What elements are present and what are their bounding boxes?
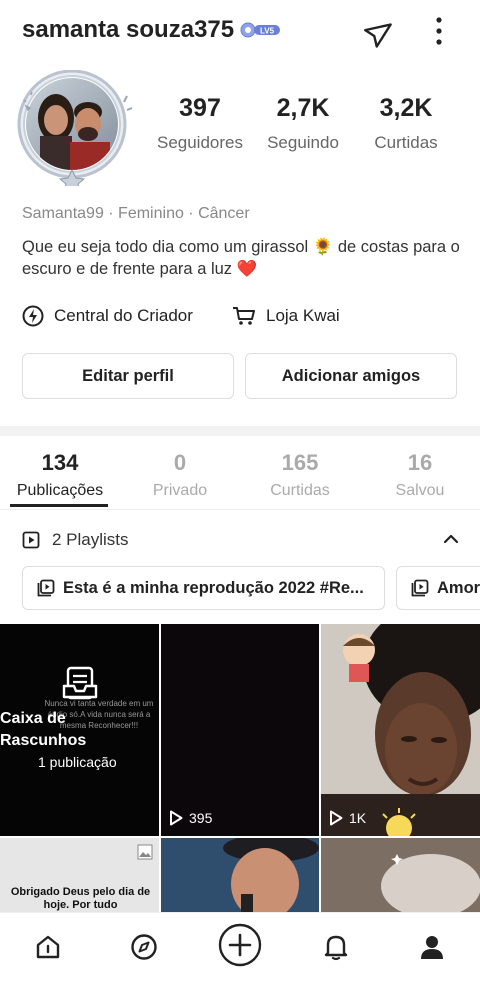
following-stat[interactable]: 2,7K Seguindo [258, 94, 348, 153]
playlist-icon [411, 579, 429, 597]
share-icon [364, 23, 392, 48]
nav-profile[interactable] [412, 927, 452, 967]
followers-label: Seguidores [156, 133, 243, 152]
post-caption-text: Obrigado Deus pelo dia de hoje. Por tudo [10, 886, 151, 911]
video-thumbnail[interactable]: 395 [161, 624, 319, 836]
drafts-title: Caixa de Rascunhos [0, 710, 87, 749]
video-grid: Nunca vi tanta verdade em um áudio só.A … [0, 624, 480, 912]
video-thumbnail[interactable]: 1K [321, 624, 480, 836]
kwai-store-link[interactable]: Loja Kwai [232, 302, 340, 330]
share-button[interactable] [360, 12, 400, 52]
tab-publications-count: 134 [41, 450, 79, 475]
video-thumbnail[interactable] [161, 838, 319, 912]
lightning-icon [22, 305, 44, 327]
play-icon [170, 810, 183, 826]
drafts-tile[interactable]: Nunca vi tanta verdade em um áudio só.A … [0, 624, 159, 836]
chevron-up-icon [443, 534, 459, 544]
play-icon [330, 810, 343, 826]
tab-liked-label: Curtidas [270, 482, 330, 499]
add-friends-button[interactable]: Adicionar amigos [245, 353, 457, 399]
tab-liked-count: 165 [281, 450, 319, 475]
image-post-thumbnail[interactable]: Obrigado Deus pelo dia de hoje. Por tudo [0, 838, 159, 912]
compass-icon [131, 934, 157, 960]
playlist-chip-label: Esta é a minha reprodução 2022 #Re... [63, 578, 364, 597]
tab-private-count: 0 [173, 450, 187, 475]
playlist-icon [37, 579, 55, 597]
playlist-chip[interactable]: Esta é a minha reprodução 2022 #Re... [22, 566, 385, 610]
tab-liked[interactable]: 165 Curtidas [240, 450, 360, 500]
more-options-button[interactable] [422, 12, 456, 52]
home-icon [36, 935, 60, 959]
nav-create[interactable] [218, 923, 262, 967]
active-tab-indicator [10, 504, 108, 507]
tab-saved-count: 16 [407, 450, 433, 475]
bottom-navigation [0, 912, 480, 982]
followers-count: 397 [179, 94, 221, 122]
creator-center-label: Central do Criador [54, 306, 193, 325]
creator-center-link[interactable]: Central do Criador [22, 302, 193, 330]
level-badge: LV5 [240, 22, 282, 38]
level-badge-text: LV5 [260, 27, 275, 36]
playlist-chip[interactable]: Amor [396, 566, 480, 610]
edit-profile-button[interactable]: Editar perfil [22, 353, 234, 399]
video-thumbnail[interactable] [321, 838, 480, 912]
tab-private[interactable]: 0 Privado [120, 450, 240, 500]
tab-private-label: Privado [152, 482, 208, 499]
nav-discover[interactable] [124, 927, 164, 967]
likes-label: Curtidas [374, 133, 438, 152]
likes-stat[interactable]: 3,2K Curtidas [360, 94, 452, 153]
profile-icon [421, 936, 443, 959]
following-label: Seguindo [267, 133, 339, 152]
view-count-text: 1K [349, 810, 367, 826]
followers-stat[interactable]: 397 Seguidores [150, 94, 250, 153]
content-tabs: 134 Publicações 0 Privado 165 Curtidas 1… [0, 446, 480, 510]
tab-publications-label: Publicações [16, 482, 104, 499]
plus-icon [218, 923, 262, 967]
likes-count: 3,2K [379, 94, 433, 122]
avatar[interactable] [10, 69, 140, 193]
tab-saved[interactable]: 16 Salvou [360, 450, 480, 500]
tab-publications[interactable]: 134 Publicações [0, 450, 120, 500]
username: samanta souza375 [22, 16, 235, 43]
kwai-store-label: Loja Kwai [266, 306, 340, 325]
profile-bio: Que eu seja todo dia como um girassol 🌻 … [22, 238, 460, 278]
section-divider [0, 426, 480, 436]
image-icon [137, 844, 153, 860]
top-bar: samanta souza375 LV5 [0, 0, 480, 62]
more-vertical-icon [436, 17, 442, 45]
following-count: 2,7K [276, 94, 330, 122]
bell-icon [324, 935, 348, 961]
cart-icon [233, 307, 255, 325]
view-count-text: 395 [189, 810, 213, 826]
nav-home[interactable] [28, 927, 68, 967]
profile-meta: Samanta99 · Feminino · Câncer [22, 205, 250, 222]
view-count: 1K [329, 810, 366, 826]
tab-saved-label: Salvou [395, 482, 445, 499]
playlist-icon [22, 531, 40, 549]
playlist-chip-label: Amor [437, 578, 480, 597]
playlists-count-label: 2 Playlists [52, 530, 129, 549]
drafts-inbox-icon [62, 666, 98, 700]
drafts-count: 1 publicação [38, 754, 117, 770]
view-count: 395 [169, 810, 212, 826]
nav-notifications[interactable] [316, 927, 356, 967]
playlists-header[interactable]: 2 Playlists [22, 526, 462, 554]
